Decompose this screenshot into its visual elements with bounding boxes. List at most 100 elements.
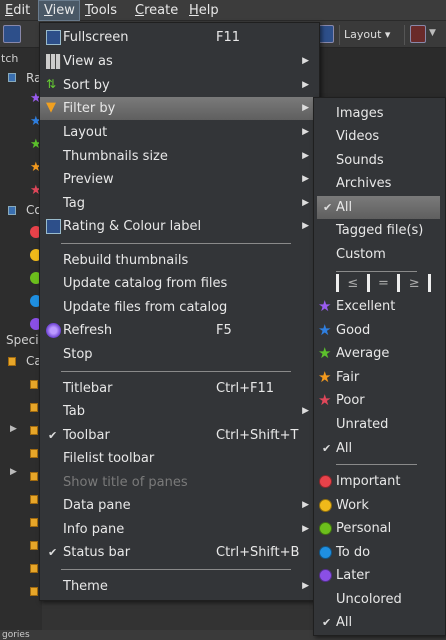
filter-item-poor[interactable]: ★ Poor bbox=[314, 389, 445, 412]
menu-item-theme[interactable]: Theme ▶ bbox=[40, 575, 319, 598]
menu-item-filelist-toolbar[interactable]: Filelist toolbar bbox=[40, 447, 319, 470]
menu-item-update-files[interactable]: Update files from catalog bbox=[40, 296, 319, 319]
checkmark-icon: ✔ bbox=[323, 201, 333, 214]
menu-item-rebuild-thumbnails[interactable]: Rebuild thumbnails bbox=[40, 249, 319, 272]
filter-item-excellent[interactable]: ★ Excellent bbox=[314, 295, 445, 318]
menu-item-preview[interactable]: Preview ▶ bbox=[40, 168, 319, 191]
menu-tools[interactable]: Tools bbox=[80, 0, 130, 21]
filter-item-good[interactable]: ★ Good bbox=[314, 319, 445, 342]
menu-item-fullscreen[interactable]: Fullscreen F11 bbox=[40, 26, 319, 49]
menu-item-update-catalog[interactable]: Update catalog from files bbox=[40, 272, 319, 295]
sort-icon: ⇅ bbox=[46, 77, 57, 91]
submenu-arrow-icon: ▶ bbox=[302, 581, 309, 591]
menu-item-refresh[interactable]: Refresh F5 bbox=[40, 319, 319, 342]
star-icon: ★ bbox=[318, 344, 332, 362]
menu-separator bbox=[61, 569, 291, 570]
submenu-arrow-icon: ▶ bbox=[302, 103, 309, 113]
filter-item-tagged-files[interactable]: Tagged file(s) bbox=[314, 219, 445, 242]
filter-item-fair[interactable]: ★ Fair bbox=[314, 366, 445, 389]
toolbar-layout-button[interactable]: Layout ▾ bbox=[344, 26, 390, 44]
filter-item-videos[interactable]: Videos bbox=[314, 125, 445, 148]
menu-item-info-pane[interactable]: Info pane ▶ bbox=[40, 518, 319, 541]
operator-less-equal[interactable]: ≤ bbox=[339, 276, 367, 291]
menu-item-toolbar[interactable]: ✔ Toolbar Ctrl+Shift+T bbox=[40, 424, 319, 447]
filter-item-all-colors[interactable]: ✔ All bbox=[314, 611, 445, 634]
star-icon: ★ bbox=[318, 368, 332, 386]
menu-edit[interactable]: Edit bbox=[0, 0, 38, 21]
checkmark-icon: ✔ bbox=[48, 429, 58, 442]
filter-item-custom[interactable]: Custom bbox=[314, 243, 445, 266]
checkmark-icon: ✔ bbox=[322, 442, 332, 455]
operator-greater-equal[interactable]: ≥ bbox=[400, 276, 428, 291]
menu-item-tab[interactable]: Tab ▶ bbox=[40, 400, 319, 423]
toolbar-tab-icon[interactable] bbox=[410, 25, 426, 43]
filter-item-sounds[interactable]: Sounds bbox=[314, 149, 445, 172]
folder-icon bbox=[8, 357, 16, 366]
filter-item-images[interactable]: Images bbox=[314, 102, 445, 125]
operator-divider bbox=[428, 274, 432, 292]
menu-help[interactable]: Help bbox=[184, 0, 224, 21]
menu-separator bbox=[61, 243, 291, 244]
menu-view[interactable]: View bbox=[38, 0, 80, 21]
filter-item-later[interactable]: Later bbox=[314, 564, 445, 587]
filter-item-archives[interactable]: Archives bbox=[314, 172, 445, 195]
menu-item-filter-by[interactable]: ▼ Filter by ▶ bbox=[40, 97, 319, 120]
menu-item-view-as[interactable]: View as ▶ bbox=[40, 50, 319, 73]
menu-item-tag[interactable]: Tag ▶ bbox=[40, 192, 319, 215]
red-dot-icon bbox=[319, 475, 332, 488]
submenu-arrow-icon: ▶ bbox=[302, 56, 309, 66]
filter-item-work[interactable]: Work bbox=[314, 494, 445, 517]
pane-label: tch bbox=[1, 52, 19, 65]
rating-operator-bar: ≤ = ≥ bbox=[336, 272, 432, 294]
pane-label: Speci bbox=[6, 333, 39, 347]
expand-arrow-icon[interactable]: ▶ bbox=[10, 424, 17, 434]
folder-icon bbox=[30, 518, 38, 527]
filter-item-personal[interactable]: Personal bbox=[314, 517, 445, 540]
menu-item-data-pane[interactable]: Data pane ▶ bbox=[40, 494, 319, 517]
chevron-down-icon[interactable]: ▼ bbox=[429, 28, 436, 38]
menu-item-thumbnails-size[interactable]: Thumbnails size ▶ bbox=[40, 145, 319, 168]
filter-item-all-ratings[interactable]: ✔ All bbox=[314, 437, 445, 460]
filter-item-unrated[interactable]: Unrated bbox=[314, 413, 445, 436]
view-as-icon bbox=[46, 54, 61, 69]
green-dot-icon bbox=[319, 522, 332, 535]
menu-separator bbox=[336, 464, 417, 465]
menu-separator bbox=[61, 371, 291, 372]
submenu-arrow-icon: ▶ bbox=[302, 174, 309, 184]
blue-dot-icon bbox=[319, 546, 332, 559]
menu-item-layout[interactable]: Layout ▶ bbox=[40, 121, 319, 144]
menu-item-stop[interactable]: Stop bbox=[40, 343, 319, 366]
menu-item-sort-by[interactable]: ⇅ Sort by ▶ bbox=[40, 74, 319, 97]
star-icon: ★ bbox=[318, 391, 332, 409]
view-menu: Fullscreen F11 View as ▶ ⇅ Sort by ▶ ▼ F… bbox=[39, 22, 320, 601]
left-pane: tch Ra ★ ★ ★ ★ ★ Co Speci Ca ▶ ▶ bbox=[0, 48, 42, 630]
submenu-arrow-icon: ▶ bbox=[302, 127, 309, 137]
submenu-arrow-icon: ▶ bbox=[302, 198, 309, 208]
folder-icon bbox=[30, 449, 38, 458]
refresh-icon bbox=[46, 323, 61, 338]
rating-icon bbox=[46, 219, 61, 234]
filter-item-important[interactable]: Important bbox=[314, 470, 445, 493]
filter-item-uncolored[interactable]: Uncolored bbox=[314, 588, 445, 611]
star-icon: ★ bbox=[318, 297, 332, 315]
submenu-arrow-icon: ▶ bbox=[302, 524, 309, 534]
toolbar-fullscreen-icon[interactable] bbox=[3, 25, 21, 43]
menu-item-rating-colour-label[interactable]: Rating & Colour label ▶ bbox=[40, 215, 319, 238]
filter-item-average[interactable]: ★ Average bbox=[314, 342, 445, 365]
expand-arrow-icon[interactable]: ▶ bbox=[10, 467, 17, 477]
menu-item-titlebar[interactable]: Titlebar Ctrl+F11 bbox=[40, 377, 319, 400]
screen: { "menubar": { "items": [ {"pre":"","u":… bbox=[0, 0, 446, 640]
folder-icon bbox=[30, 472, 38, 481]
filter-item-all-types[interactable]: ✔ All bbox=[317, 196, 440, 219]
purple-dot-icon bbox=[319, 569, 332, 582]
filter-submenu: Images Videos Sounds Archives ✔ All Tagg… bbox=[313, 97, 446, 636]
fullscreen-icon bbox=[46, 30, 61, 45]
filter-item-to-do[interactable]: To do bbox=[314, 541, 445, 564]
folder-icon bbox=[30, 564, 38, 573]
checkmark-icon: ✔ bbox=[322, 616, 332, 629]
operator-equal[interactable]: = bbox=[370, 276, 398, 291]
toolbar-separator bbox=[404, 25, 405, 45]
menu-create[interactable]: Create bbox=[130, 0, 184, 21]
folder-icon bbox=[30, 403, 38, 412]
menu-item-status-bar[interactable]: ✔ Status bar Ctrl+Shift+B bbox=[40, 541, 319, 564]
